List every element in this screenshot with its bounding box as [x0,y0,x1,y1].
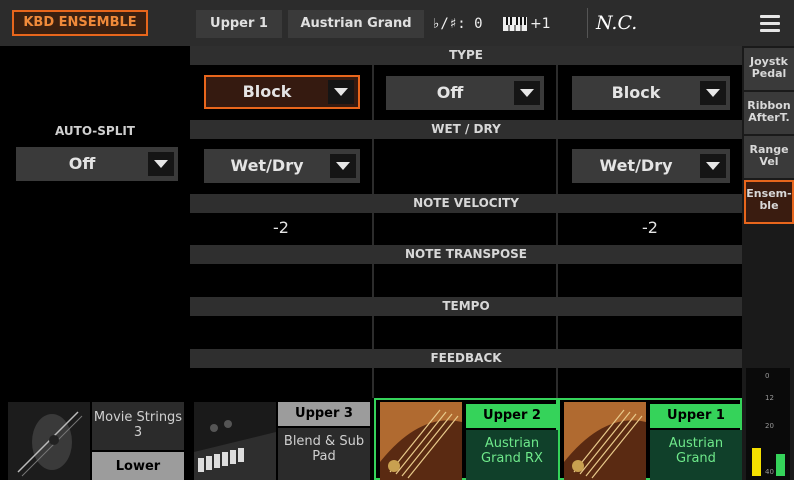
synth-image [194,402,276,480]
auto-split-dropdown[interactable]: Off [16,147,178,181]
side-tab-joystick-pedal[interactable]: Joystk Pedal [744,48,794,90]
velocity-value-upper1[interactable]: -2 [558,215,742,241]
section-wet-dry: WET / DRY [190,120,742,139]
track-sound-name: Blend & Sub Pad [278,428,370,480]
auto-split-label: AUTO-SPLIT [55,124,135,138]
chevron-down-icon [514,81,540,105]
side-tab-label: Range Vel [749,143,789,168]
piano-image [564,402,646,480]
chord-display: N.C. [596,12,638,34]
wet-dry-dropdown-upper1[interactable]: Wet/Dry [572,149,730,183]
side-tab-ribbon-aftertouch[interactable]: Ribbon AfterT. [744,92,794,134]
strings-image [8,402,90,480]
track-lower[interactable]: Movie Strings 3 Lower [2,398,186,480]
type-value: Block [611,83,661,102]
wet-dry-value: Wet/Dry [230,156,304,175]
side-tab-label: Joystk Pedal [750,55,788,80]
meter-tick: 12 [765,394,774,402]
level-meter: 0 12 20 40 [746,368,790,480]
track-upper3[interactable]: Upper 3 Blend & Sub Pad [188,398,372,480]
track-sound-name: Austrian Grand [650,430,742,480]
chevron-down-icon [700,81,726,105]
column-divider [556,264,558,297]
menu-icon[interactable] [760,15,780,32]
section-note-velocity: NOTE VELOCITY [190,194,742,213]
page-title[interactable]: KBD ENSEMBLE [12,10,148,36]
left-panel: AUTO-SPLIT Off [0,46,190,398]
column-divider [372,139,374,194]
track-part-label: Upper 1 [650,404,742,428]
octave-transpose[interactable]: +1 [530,10,551,38]
meter-tick: 40 [765,468,774,476]
keyboard-icon [503,17,527,31]
column-divider [372,65,374,120]
type-value: Block [242,82,292,101]
top-bar: KBD ENSEMBLE Upper 1 Austrian Grand ♭/♯:… [0,0,794,46]
header-divider [587,8,588,38]
track-role-label: Lower [92,452,184,480]
piano-image [380,402,462,480]
column-divider [372,368,374,398]
track-part-label: Upper 2 [466,404,558,428]
part-selector-tab[interactable]: Upper 1 [196,10,282,38]
side-tab-label: Ribbon AfterT. [747,99,791,124]
chevron-down-icon [330,154,356,178]
chevron-down-icon [328,80,354,104]
type-value: Off [436,83,464,102]
column-divider [556,65,558,120]
type-dropdown-upper2[interactable]: Off [386,76,544,110]
meter-bar-left [752,448,761,476]
meter-tick: 0 [765,372,770,380]
column-divider [372,264,374,297]
type-dropdown-upper1[interactable]: Block [572,76,730,110]
column-divider [556,316,558,349]
meter-tick: 20 [765,422,774,430]
key-signature[interactable]: ♭/♯: 0 [432,10,483,38]
side-tab-range-velocity[interactable]: Range Vel [744,136,794,178]
column-divider [372,213,374,245]
wet-dry-dropdown-upper3[interactable]: Wet/Dry [204,149,360,183]
wet-dry-value: Wet/Dry [599,156,673,175]
section-type: TYPE [190,46,742,65]
chevron-down-icon [700,154,726,178]
track-strip: Movie Strings 3 Lower Upper 3 Blend & Su… [0,398,742,480]
section-feedback: FEEDBACK [190,349,742,368]
column-divider [372,316,374,349]
chevron-down-icon [148,152,174,176]
sound-name-tab[interactable]: Austrian Grand [288,10,424,38]
track-part-label: Upper 3 [278,402,370,426]
track-upper2[interactable]: Upper 2 Austrian Grand RX [374,398,558,480]
side-tab-ensemble[interactable]: Ensem- ble [744,180,794,224]
track-sound-name: Austrian Grand RX [466,430,558,480]
meter-bar-right [776,454,785,476]
track-sound-name: Movie Strings 3 [92,402,184,450]
column-divider [556,213,558,245]
side-tab-label: Ensem- ble [746,187,792,212]
column-divider [556,139,558,194]
velocity-value-upper3[interactable]: -2 [190,215,372,241]
section-note-transpose: NOTE TRANSPOSE [190,245,742,264]
ensemble-grid: TYPE Block Off Block WET / DRY Wet/Dry W… [190,46,742,398]
column-divider [556,368,558,398]
type-dropdown-upper3[interactable]: Block [204,75,360,109]
section-tempo: TEMPO [190,297,742,316]
auto-split-value: Off [68,154,96,173]
track-upper1[interactable]: Upper 1 Austrian Grand [558,398,742,480]
